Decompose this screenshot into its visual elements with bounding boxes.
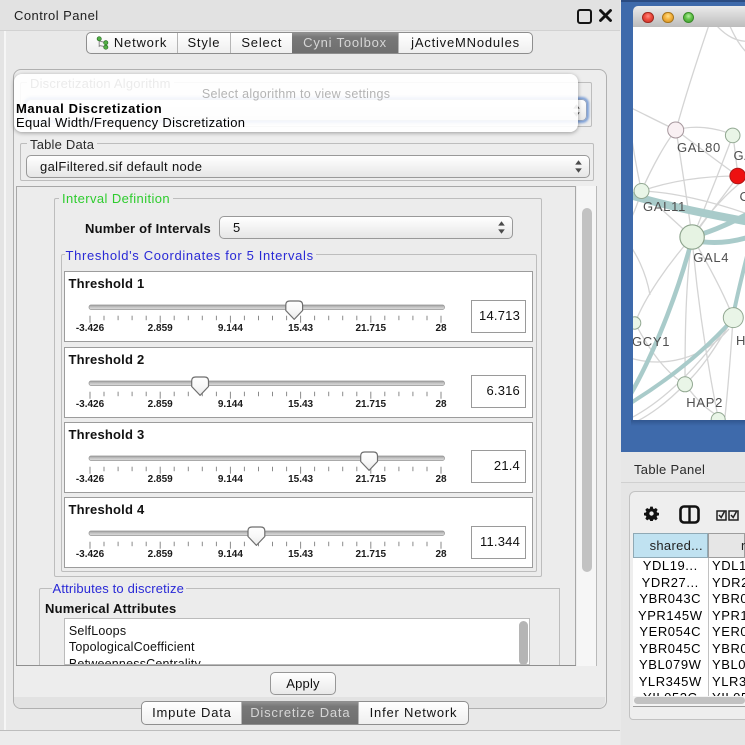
svg-text:HAP2: HAP2	[686, 395, 723, 410]
svg-text:GAL11: GAL11	[643, 199, 686, 214]
svg-text:GAL4: GAL4	[693, 250, 729, 265]
svg-text:H: H	[736, 333, 745, 348]
svg-text:GAL80: GAL80	[677, 140, 721, 155]
svg-text:C: C	[739, 189, 745, 204]
svg-text:GA: GA	[733, 148, 745, 163]
svg-text:GCY1: GCY1	[633, 334, 670, 349]
